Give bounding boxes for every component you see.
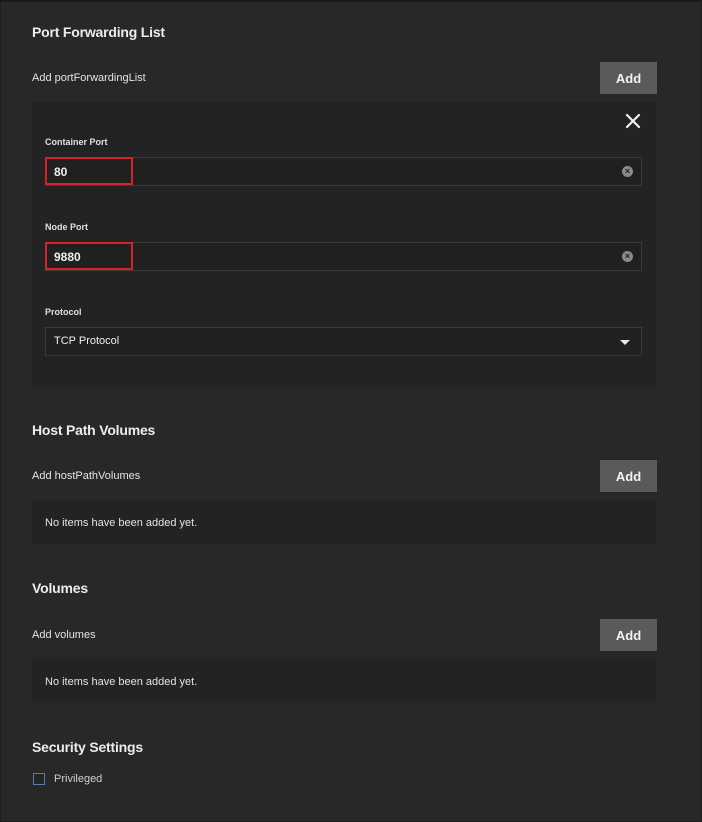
clear-input-icon[interactable]: × [622, 166, 633, 177]
add-host-path-volumes-label: Add hostPathVolumes [32, 470, 141, 482]
privileged-checkbox[interactable] [33, 773, 45, 785]
close-icon[interactable] [624, 112, 642, 130]
container-port-highlight [45, 157, 133, 185]
clear-input-icon[interactable]: × [622, 251, 633, 262]
node-port-highlight [45, 242, 133, 270]
empty-state-text: No items have been added yet. [45, 517, 198, 529]
privileged-label[interactable]: Privileged [54, 773, 102, 785]
add-volumes-label: Add volumes [32, 629, 96, 641]
container-port-label: Container Port [45, 137, 108, 147]
protocol-label: Protocol [45, 307, 82, 317]
chevron-down-icon [620, 340, 630, 345]
container-port-input[interactable]: 80 × [45, 157, 642, 186]
protocol-value: TCP Protocol [54, 335, 120, 347]
section-title-volumes: Volumes [32, 580, 88, 596]
empty-state-text: No items have been added yet. [45, 676, 198, 688]
section-title-port-forwarding: Port Forwarding List [32, 24, 165, 40]
add-port-forwarding-button[interactable]: Add [600, 62, 657, 94]
add-port-forwarding-label: Add portForwardingList [32, 72, 146, 84]
add-host-path-volumes-button[interactable]: Add [600, 460, 657, 492]
node-port-input[interactable]: 9880 × [45, 242, 642, 271]
section-title-security-settings: Security Settings [32, 739, 143, 755]
section-title-host-path-volumes: Host Path Volumes [32, 422, 156, 438]
node-port-label: Node Port [45, 222, 89, 232]
add-volumes-button[interactable]: Add [600, 619, 657, 651]
host-path-volumes-empty-panel: No items have been added yet. [32, 500, 656, 544]
volumes-empty-panel: No items have been added yet. [32, 659, 656, 703]
protocol-select[interactable]: TCP Protocol [45, 327, 642, 356]
